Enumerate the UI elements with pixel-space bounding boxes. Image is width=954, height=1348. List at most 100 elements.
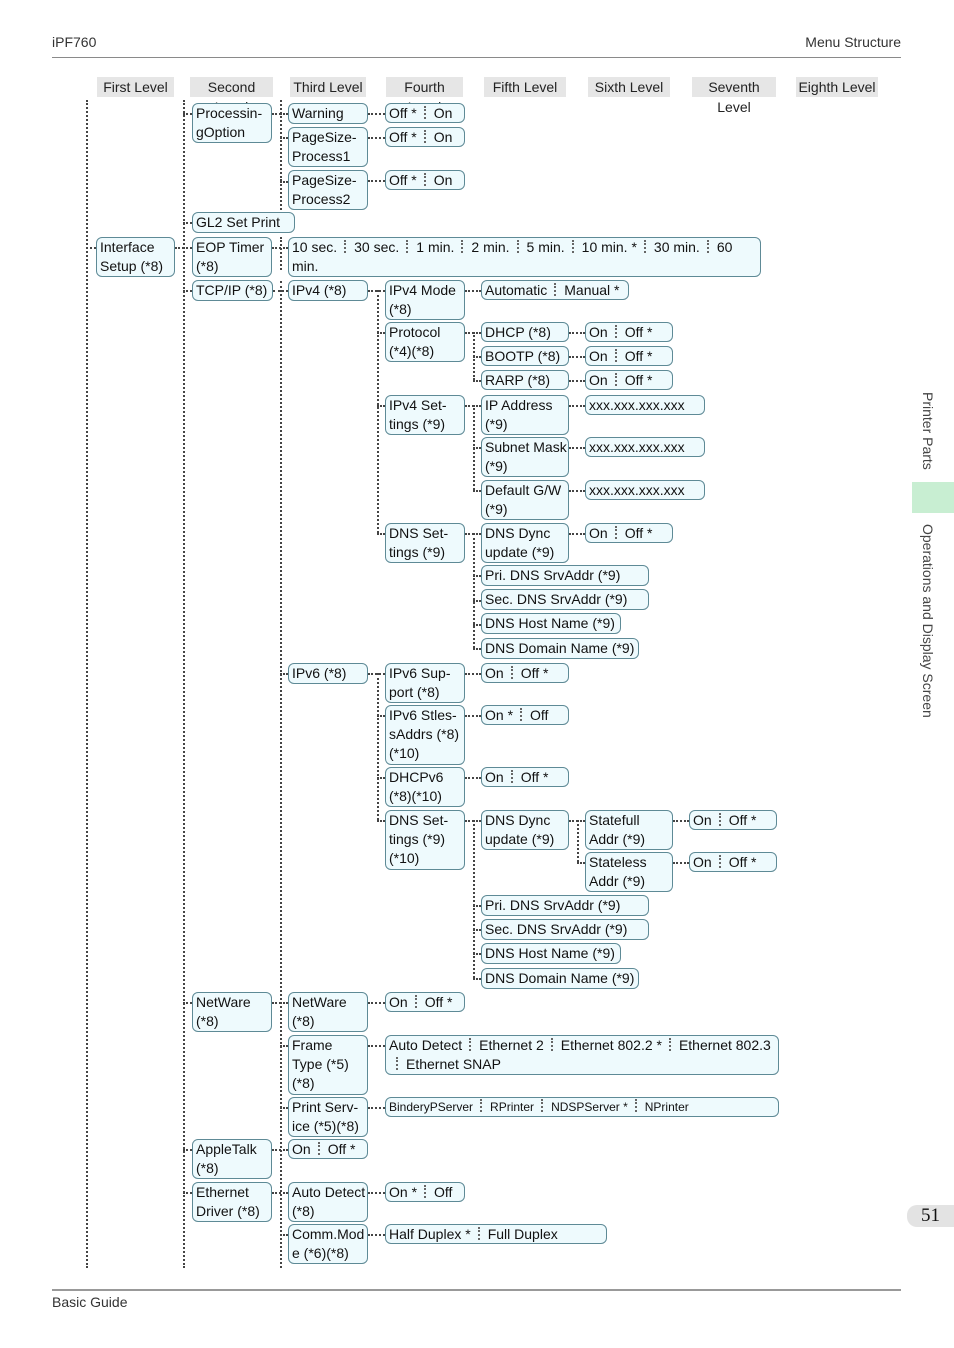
menu-item-dhcp[interactable]: DHCP (*8) <box>481 322 569 342</box>
side-tab-printer-parts[interactable]: Printer Parts <box>920 392 936 470</box>
menu-item-dns-settings4[interactable]: DNS Set-tings (*9) <box>385 523 465 563</box>
menu-item-sec-dns6[interactable]: Sec. DNS SrvAddr (*9) <box>481 919 649 940</box>
option[interactable]: On <box>389 994 408 1010</box>
menu-item-ip-address[interactable]: IP Address (*9) <box>481 395 569 435</box>
option[interactable]: On <box>485 665 504 681</box>
option[interactable]: 30 sec. <box>337 239 399 255</box>
menu-item-pri-dns6[interactable]: Pri. DNS SrvAddr (*9) <box>481 895 649 916</box>
menu-item-sec-dns4[interactable]: Sec. DNS SrvAddr (*9) <box>481 589 649 610</box>
menu-item-print-service-opts[interactable]: BinderyPServer RPrinter NDSPServer * NPrint… <box>385 1097 779 1117</box>
menu-item-auto-detect[interactable]: Auto Detect (*8) <box>288 1182 368 1222</box>
option[interactable]: 1 min. <box>399 239 454 255</box>
menu-item-dhcpv6-opts[interactable]: On Off * <box>481 767 569 787</box>
option[interactable]: On <box>693 854 712 870</box>
menu-item-frame-type[interactable]: Frame Type (*5) (*8) <box>288 1035 368 1095</box>
menu-item-ipv4-mode[interactable]: IPv4 Mode (*8) <box>385 280 465 320</box>
option[interactable]: Off <box>417 1184 452 1200</box>
option[interactable]: Off * <box>504 769 549 785</box>
menu-item-bootp[interactable]: BOOTP (*8) <box>481 346 569 366</box>
menu-item-processing-option[interactable]: Processin-gOption <box>192 103 272 143</box>
menu-item-ipv6[interactable]: IPv6 (*8) <box>288 663 368 684</box>
option[interactable]: 5 min. <box>510 239 565 255</box>
menu-item-gl2[interactable]: GL2 Set Print <box>192 212 295 233</box>
menu-item-netware2[interactable]: NetWare (*8) <box>192 992 272 1032</box>
menu-item-pagesize2[interactable]: PageSize- Process2 <box>288 170 368 210</box>
option[interactable]: Off * <box>608 525 653 541</box>
menu-item-dns-settings6[interactable]: DNS Set-tings (*9) (*10) <box>385 810 465 870</box>
menu-item-eop-opts[interactable]: 10 sec. 30 sec. 1 min. 2 min. 5 min. 10 min. … <box>288 237 761 277</box>
option[interactable]: NDSPServer * <box>534 1100 628 1114</box>
option[interactable]: Off * <box>311 1141 356 1157</box>
menu-item-dns-domain4[interactable]: DNS Domain Name (*9) <box>481 638 639 659</box>
option[interactable]: 2 min. <box>454 239 509 255</box>
option[interactable]: On * <box>485 707 513 723</box>
menu-item-comm-mode[interactable]: Comm.Mod e (*6)(*8) <box>288 1224 368 1264</box>
menu-item-ip-address-val[interactable]: xxx.xxx.xxx.xxx <box>585 395 705 415</box>
option[interactable]: On <box>693 812 712 828</box>
option[interactable]: Auto Detect <box>389 1037 462 1053</box>
menu-item-ipv6-support-opts[interactable]: On Off * <box>481 663 569 683</box>
menu-item-auto-detect-opts[interactable]: On * Off <box>385 1182 465 1202</box>
option[interactable]: Off * <box>712 812 757 828</box>
menu-item-appletalk-opts[interactable]: On Off * <box>288 1139 368 1159</box>
option[interactable]: Off * <box>608 348 653 364</box>
option[interactable]: Off * <box>712 854 757 870</box>
menu-item-pagesize1-opts[interactable]: Off * On <box>385 127 465 147</box>
option[interactable]: Ethernet SNAP <box>389 1056 501 1072</box>
option[interactable]: On <box>417 105 453 121</box>
menu-item-dns-host6[interactable]: DNS Host Name (*9) <box>481 943 621 964</box>
menu-item-default-gw[interactable]: Default G/W (*9) <box>481 480 569 520</box>
menu-item-dns-dync6[interactable]: DNS Dync update (*9) <box>481 810 569 850</box>
menu-item-ipv4-mode-opts[interactable]: Automatic Manual * <box>481 280 629 300</box>
option[interactable]: Automatic <box>485 282 547 298</box>
menu-item-pagesize2-opts[interactable]: Off * On <box>385 170 465 190</box>
menu-item-pri-dns4[interactable]: Pri. DNS SrvAddr (*9) <box>481 565 649 586</box>
menu-item-dns-domain6[interactable]: DNS Domain Name (*9) <box>481 968 639 989</box>
side-tab-operations[interactable]: Operations and Display Screen <box>920 524 936 718</box>
menu-item-stateless-opts[interactable]: On Off * <box>689 852 777 872</box>
menu-item-stateless[interactable]: Stateless Addr (*9) <box>585 852 673 892</box>
menu-item-subnet-mask[interactable]: Subnet Mask (*9) <box>481 437 569 477</box>
menu-item-comm-mode-opts[interactable]: Half Duplex * Full Duplex <box>385 1224 607 1244</box>
option[interactable]: Manual * <box>547 282 619 298</box>
menu-item-appletalk[interactable]: AppleTalk (*8) <box>192 1139 272 1179</box>
option[interactable]: On <box>485 769 504 785</box>
option[interactable]: 10 sec. <box>292 239 337 255</box>
option[interactable]: On <box>589 348 608 364</box>
menu-item-frame-type-opts[interactable]: Auto Detect Ethernet 2 Ethernet 802.2 * Eth… <box>385 1035 779 1075</box>
option[interactable]: Off * <box>389 105 417 121</box>
menu-item-dns-dync4-opts[interactable]: On Off * <box>585 523 673 543</box>
menu-item-statefull[interactable]: Statefull Addr (*9) <box>585 810 673 850</box>
option[interactable]: Half Duplex * <box>389 1226 471 1242</box>
option[interactable]: Ethernet 802.2 * <box>544 1037 662 1053</box>
menu-item-rarp-opts[interactable]: On Off * <box>585 370 673 390</box>
option[interactable]: Off * <box>608 324 653 340</box>
menu-item-bootp-opts[interactable]: On Off * <box>585 346 673 366</box>
option[interactable]: Off * <box>408 994 453 1010</box>
option[interactable]: Full Duplex <box>471 1226 558 1242</box>
menu-item-rarp[interactable]: RARP (*8) <box>481 370 569 390</box>
menu-item-interface-setup[interactable]: Interface Setup (*8) <box>96 237 175 277</box>
option[interactable]: Off <box>513 707 548 723</box>
menu-item-protocol[interactable]: Protocol (*4)(*8) <box>385 322 465 362</box>
option[interactable]: 60 <box>700 239 733 255</box>
option[interactable]: BinderyPServer <box>389 1100 473 1114</box>
menu-item-subnet-mask-val[interactable]: xxx.xxx.xxx.xxx <box>585 437 705 457</box>
option[interactable]: On <box>589 324 608 340</box>
menu-item-default-gw-val[interactable]: xxx.xxx.xxx.xxx <box>585 480 705 500</box>
menu-item-print-service[interactable]: Print Serv-ice (*5)(*8) <box>288 1097 368 1137</box>
menu-item-netware3-opts[interactable]: On Off * <box>385 992 465 1012</box>
menu-item-dhcpv6[interactable]: DHCPv6 (*8)(*10) <box>385 767 465 807</box>
menu-item-eop-timer[interactable]: EOP Timer (*8) <box>192 237 272 277</box>
option[interactable]: On <box>417 129 453 145</box>
option[interactable]: RPrinter <box>473 1100 534 1114</box>
option[interactable]: Ethernet 2 <box>462 1037 544 1053</box>
option[interactable]: On <box>589 372 608 388</box>
option[interactable]: On <box>589 525 608 541</box>
menu-item-ipv6-stless[interactable]: IPv6 Stles-sAddrs (*8) (*10) <box>385 705 465 765</box>
menu-item-statefull-opts[interactable]: On Off * <box>689 810 777 830</box>
menu-item-netware3[interactable]: NetWare (*8) <box>288 992 368 1032</box>
option[interactable]: On <box>292 1141 311 1157</box>
option[interactable]: Ethernet 802.3 <box>662 1037 771 1053</box>
menu-item-tcpip[interactable]: TCP/IP (*8) <box>192 280 273 301</box>
